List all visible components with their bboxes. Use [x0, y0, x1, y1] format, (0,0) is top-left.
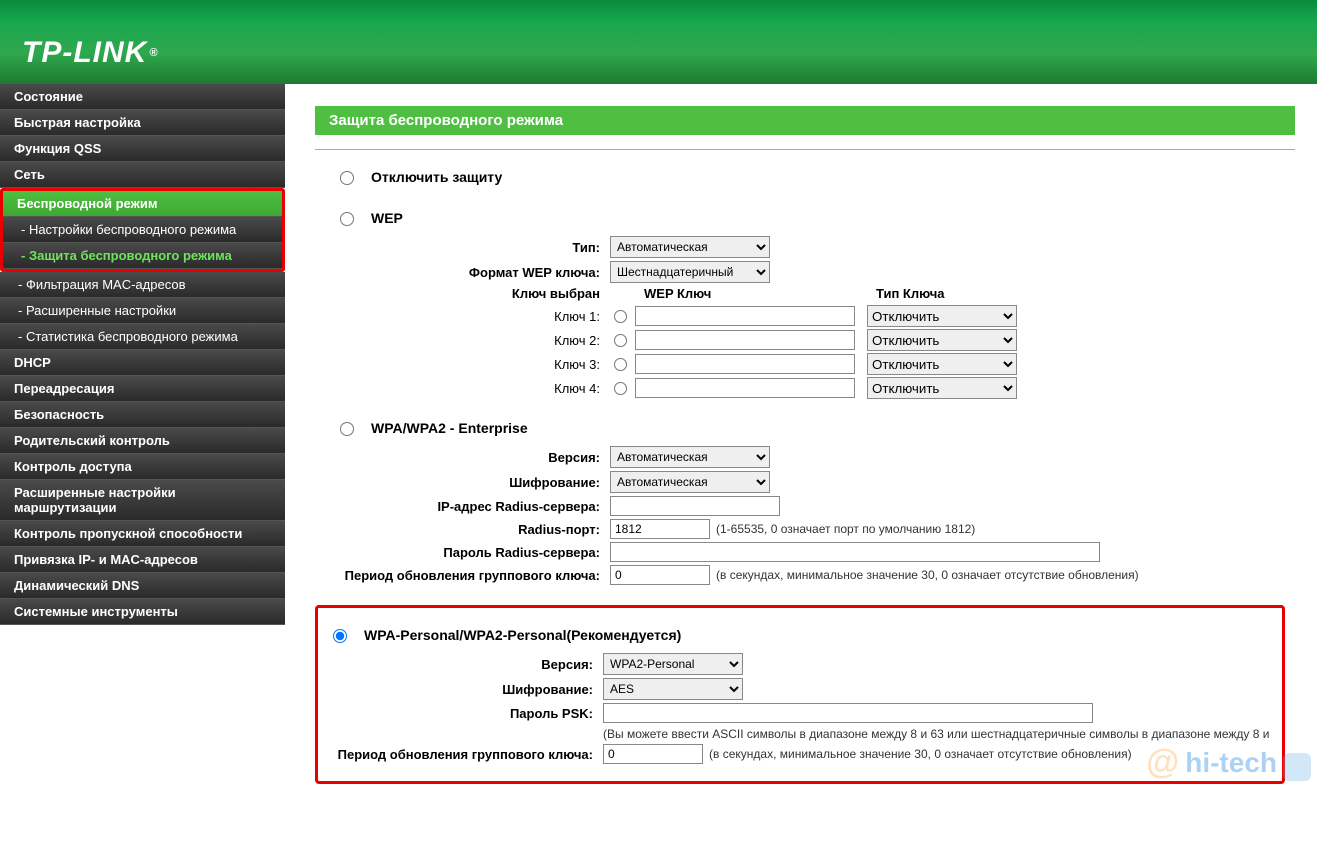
psk-ver-select[interactable]: WPA2-Personal: [603, 653, 743, 675]
section-enterprise: WPA/WPA2 - Enterprise Версия:Автоматичес…: [335, 419, 1317, 585]
nav-item[interactable]: Состояние: [0, 84, 285, 110]
section-title-wep: WEP: [371, 210, 403, 226]
wep-key-radio[interactable]: [614, 334, 627, 347]
wep-type-select[interactable]: Автоматическая: [610, 236, 770, 258]
section-title-enterprise: WPA/WPA2 - Enterprise: [371, 420, 528, 436]
ent-ver-select[interactable]: Автоматическая: [610, 446, 770, 468]
radio-wep[interactable]: [340, 212, 354, 226]
ent-gk-label: Период обновления группового ключа:: [335, 568, 610, 583]
wep-col-key: WEP Ключ: [644, 286, 876, 301]
nav-highlight-box: Беспроводной режим - Настройки беспровод…: [0, 188, 285, 272]
psk-enc-select[interactable]: AES: [603, 678, 743, 700]
nav-item[interactable]: Привязка IP- и MAC-адресов: [0, 547, 285, 573]
nav-item[interactable]: Расширенные настройки маршрутизации: [0, 480, 285, 521]
nav-item[interactable]: Контроль доступа: [0, 454, 285, 480]
nav-item[interactable]: Родительский контроль: [0, 428, 285, 454]
wep-key-radio[interactable]: [614, 310, 627, 323]
nav-sub[interactable]: - Расширенные настройки: [0, 298, 285, 324]
ent-pwd-label: Пароль Radius-сервера:: [335, 545, 610, 560]
nav-sub-security[interactable]: - Защита беспроводного режима: [3, 243, 282, 269]
wep-format-label: Формат WEP ключа:: [335, 265, 610, 280]
nav-item[interactable]: Динамический DNS: [0, 573, 285, 599]
nav-sub[interactable]: - Фильтрация MAC-адресов: [0, 272, 285, 298]
psk-ver-label: Версия:: [328, 657, 603, 672]
wep-format-select[interactable]: Шестнадцатеричный: [610, 261, 770, 283]
ent-gk-input[interactable]: [610, 565, 710, 585]
header-accent: [0, 0, 1317, 22]
nav-item[interactable]: Безопасность: [0, 402, 285, 428]
wep-type-label: Тип:: [335, 240, 610, 255]
psk-pwd-hint: (Вы можете ввести ASCII символы в диапаз…: [603, 727, 1269, 741]
nav-item[interactable]: Быстрая настройка: [0, 110, 285, 136]
radio-disable[interactable]: [340, 171, 354, 185]
sidebar: Состояние Быстрая настройка Функция QSS …: [0, 84, 285, 784]
section-title-disable: Отключить защиту: [371, 169, 502, 185]
wep-key-input[interactable]: [635, 330, 855, 350]
psk-gk-input[interactable]: [603, 744, 703, 764]
wep-key-type-select[interactable]: Отключить: [867, 305, 1017, 327]
nav-sub[interactable]: - Статистика беспроводного режима: [0, 324, 285, 350]
wep-key-type-select[interactable]: Отключить: [867, 377, 1017, 399]
nav-item[interactable]: DHCP: [0, 350, 285, 376]
ent-ip-input[interactable]: [610, 496, 780, 516]
ent-ver-label: Версия:: [335, 450, 610, 465]
wep-key-row: Ключ 2:Отключить: [335, 329, 1317, 351]
ent-pwd-input[interactable]: [610, 542, 1100, 562]
wep-col-type: Тип Ключа: [876, 286, 944, 301]
content: Защита беспроводного режима Отключить за…: [285, 84, 1317, 784]
section-title-psk: WPA-Personal/WPA2-Personal(Рекомендуется…: [364, 627, 681, 643]
logo: TP-LINK®: [22, 36, 158, 70]
ent-ip-label: IP-адрес Radius-сервера:: [335, 499, 610, 514]
wep-key-type-select[interactable]: Отключить: [867, 329, 1017, 351]
wep-key-input[interactable]: [635, 378, 855, 398]
radio-enterprise[interactable]: [340, 422, 354, 436]
wep-key-input[interactable]: [635, 354, 855, 374]
psk-pwd-label: Пароль PSK:: [328, 706, 603, 721]
nav-item-wireless[interactable]: Беспроводной режим: [3, 191, 282, 217]
ent-enc-label: Шифрование:: [335, 475, 610, 490]
wep-key-type-select[interactable]: Отключить: [867, 353, 1017, 375]
wep-key-input[interactable]: [635, 306, 855, 326]
logo-text: TP-LINK: [22, 36, 147, 70]
wep-keysel-label: Ключ выбран: [335, 286, 610, 301]
ent-port-input[interactable]: [610, 519, 710, 539]
psk-gk-label: Период обновления группового ключа:: [328, 747, 603, 762]
nav-item[interactable]: Сеть: [0, 162, 285, 188]
wep-key-row: Ключ 3:Отключить: [335, 353, 1317, 375]
ent-enc-select[interactable]: Автоматическая: [610, 471, 770, 493]
ent-port-label: Radius-порт:: [335, 522, 610, 537]
psk-pwd-input[interactable]: [603, 703, 1093, 723]
section-wep: WEP Тип: Автоматическая Формат WEP ключа…: [335, 209, 1317, 399]
watermark-text: hi-tech: [1185, 747, 1277, 779]
wep-key-table: Ключ выбран WEP Ключ Тип Ключа Ключ 1:От…: [335, 286, 1317, 399]
header: TP-LINK®: [0, 22, 1317, 84]
watermark: @hi-tech: [1146, 743, 1311, 782]
section-psk-highlight: WPA-Personal/WPA2-Personal(Рекомендуется…: [315, 605, 1285, 784]
wep-key-radio[interactable]: [614, 358, 627, 371]
wep-key-row: Ключ 4:Отключить: [335, 377, 1317, 399]
psk-gk-hint: (в секундах, минимальное значение 30, 0 …: [709, 747, 1132, 761]
wep-key-row: Ключ 1:Отключить: [335, 305, 1317, 327]
wep-key-radio[interactable]: [614, 382, 627, 395]
nav-item[interactable]: Переадресация: [0, 376, 285, 402]
nav-sub-settings[interactable]: - Настройки беспроводного режима: [3, 217, 282, 243]
ent-port-hint: (1-65535, 0 означает порт по умолчанию 1…: [716, 522, 975, 536]
divider: [315, 149, 1295, 150]
psk-enc-label: Шифрование:: [328, 682, 603, 697]
section-disable: Отключить защиту: [335, 168, 1317, 185]
page-title: Защита беспроводного режима: [315, 106, 1295, 135]
radio-psk[interactable]: [333, 629, 347, 643]
nav-item[interactable]: Функция QSS: [0, 136, 285, 162]
nav-item[interactable]: Контроль пропускной способности: [0, 521, 285, 547]
ent-gk-hint: (в секундах, минимальное значение 30, 0 …: [716, 568, 1139, 582]
nav-item[interactable]: Системные инструменты: [0, 599, 285, 625]
